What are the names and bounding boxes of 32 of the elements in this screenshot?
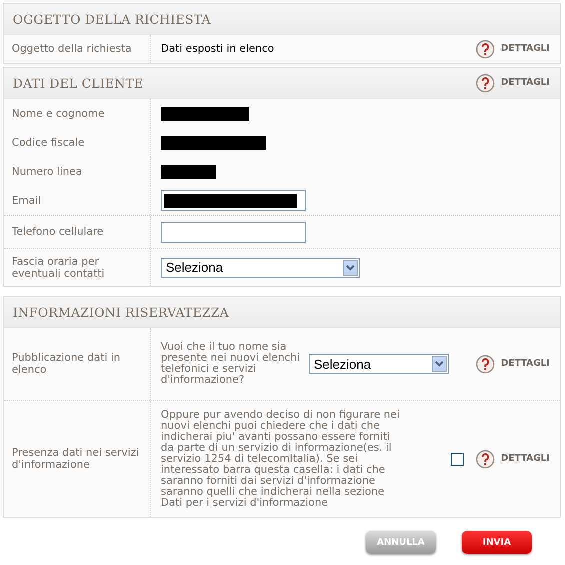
select-field[interactable]: Seleziona <box>309 354 449 374</box>
details-link[interactable]: DETTAGLI <box>501 44 550 54</box>
help-icon[interactable] <box>476 354 496 374</box>
section-title: INFORMAZIONI RISERVATEZZA <box>13 304 230 320</box>
select-field[interactable]: Seleziona <box>161 258 360 278</box>
field-value: Dati esposti in elenco <box>161 43 274 55</box>
field-label: Pubblicazione dati in elenco <box>12 352 122 376</box>
field-label: Fascia oraria per eventuali contatti <box>12 256 106 280</box>
field-label: Email <box>12 194 42 206</box>
redaction-bar <box>161 164 216 178</box>
help-icon[interactable] <box>476 450 496 468</box>
field-label: Telefono cellulare <box>12 226 104 238</box>
input-field[interactable] <box>161 222 306 242</box>
help-icon[interactable] <box>476 40 496 58</box>
details-link[interactable]: DETTAGLI <box>501 78 550 88</box>
dropdown-icon <box>343 260 358 276</box>
section-title: DATI DEL CLIENTE <box>13 76 144 90</box>
dropdown-icon <box>432 356 447 372</box>
details-link[interactable]: DETTAGLI <box>501 454 550 464</box>
field-label: Oggetto della richiesta <box>12 43 132 55</box>
field-label: Codice fiscale <box>12 136 85 148</box>
input-field[interactable] <box>161 190 306 211</box>
details-link[interactable]: DETTAGLI <box>501 359 550 369</box>
field-label: Numero linea <box>12 166 82 178</box>
field-label: Nome e cognome <box>12 108 105 120</box>
question-text: Vuoi che il tuo nome sia presente nei nuovi elenchi telefonici e servizi d'informazione? <box>161 342 301 386</box>
checkbox[interactable] <box>451 452 464 466</box>
section-title: OGGETTO DELLA RICHIESTA <box>13 12 211 26</box>
help-icon[interactable] <box>476 74 496 92</box>
send-button[interactable]: INVIA <box>462 531 532 554</box>
question-text: Oppure pur avendo deciso di non figurare nei nuovi elenchi puoi chiedere che i dati che indicherai piu' avanti possano essere forniti da parte di un servizio di informazione(es. il servizio 1254 di telecomItalia). Se sei interessato barra questa casella: i dati che saranno forniti dai servizi d'informazione saranno quelli che indicherai nella sezione Dati per i servizi d'informazione <box>161 410 401 508</box>
field-label: Presenza dati nei servizi d'informazione <box>12 447 140 471</box>
